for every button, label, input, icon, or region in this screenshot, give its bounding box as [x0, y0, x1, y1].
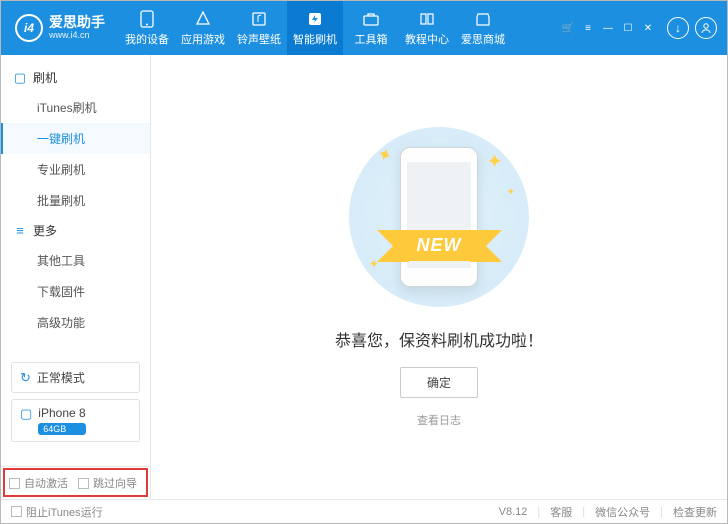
list-icon: ≡ [13, 223, 27, 238]
tab-toolbox[interactable]: 工具箱 [343, 1, 399, 55]
brand-title: 爱思助手 [49, 15, 105, 30]
check-auto-activate[interactable]: 自动激活 [9, 475, 68, 491]
header-right: 🛒 ≡ ― ☐ ✕ ↓ [561, 17, 717, 39]
ok-button[interactable]: 确定 [400, 367, 478, 398]
top-tabs: 我的设备 应用游戏 铃声壁纸 智能刷机 工具箱 教程中心 [119, 1, 511, 55]
phone-icon [138, 10, 156, 28]
window-controls: 🛒 ≡ ― ☐ ✕ [561, 23, 655, 34]
tab-my-device[interactable]: 我的设备 [119, 1, 175, 55]
sidebar-group-more[interactable]: ≡ 更多 [1, 216, 150, 245]
music-icon [250, 10, 268, 28]
view-log-link[interactable]: 查看日志 [417, 412, 461, 428]
sidebar-item-itunes-flash[interactable]: iTunes刷机 [1, 92, 150, 123]
menu-icon[interactable]: ≡ [581, 23, 595, 34]
device-name: iPhone 8 [38, 406, 85, 420]
sparkle-icon: ✦ [374, 143, 395, 168]
phone-outline-icon: ▢ [13, 70, 27, 86]
phone-illustration-icon [400, 147, 478, 287]
sidebar-item-oneclick-flash[interactable]: 一键刷机 [1, 123, 150, 154]
book-icon [418, 10, 436, 28]
checkbox-icon [78, 478, 89, 489]
storage-badge: 64GB [38, 423, 85, 435]
new-ribbon: NEW [349, 230, 529, 261]
close-icon[interactable]: ✕ [641, 23, 655, 34]
checkbox-icon [11, 506, 22, 517]
minimize-icon[interactable]: ― [601, 23, 615, 34]
tab-store[interactable]: 爱思商城 [455, 1, 511, 55]
app-header: i4 爱思助手 www.i4.cn 我的设备 应用游戏 铃声壁纸 智能刷机 [1, 1, 727, 55]
sidebar-item-download-fw[interactable]: 下载固件 [1, 276, 150, 307]
sidebar-item-batch-flash[interactable]: 批量刷机 [1, 185, 150, 216]
sidebar-item-pro-flash[interactable]: 专业刷机 [1, 154, 150, 185]
success-illustration: ✦ ✦ ✦ ✦ NEW [349, 127, 529, 307]
sparkle-icon: ✦ [507, 187, 515, 198]
brand-logo-icon: i4 [15, 14, 43, 42]
check-skip-guide[interactable]: 跳过向导 [78, 475, 137, 491]
checkbox-icon [9, 478, 20, 489]
sidebar-group-flash[interactable]: ▢ 刷机 [1, 63, 150, 92]
sidebar-item-advanced[interactable]: 高级功能 [1, 307, 150, 338]
footer-link-support[interactable]: 客服 [550, 504, 572, 520]
sparkle-icon: ✦ [486, 149, 503, 174]
bottom-checks: 自动激活 跳过向导 [1, 466, 150, 499]
refresh-icon: ↻ [20, 370, 31, 386]
apps-icon [194, 10, 212, 28]
footer: 阻止iTunes运行 V8.12 | 客服 | 微信公众号 | 检查更新 [1, 499, 727, 523]
footer-link-wechat[interactable]: 微信公众号 [595, 504, 650, 520]
tab-ringtones[interactable]: 铃声壁纸 [231, 1, 287, 55]
main-content: ✦ ✦ ✦ ✦ NEW 恭喜您，保资料刷机成功啦！ 确定 查看日志 [151, 55, 727, 499]
tab-flash[interactable]: 智能刷机 [287, 1, 343, 55]
version-label: V8.12 [499, 506, 528, 518]
user-button[interactable] [695, 17, 717, 39]
download-button[interactable]: ↓ [667, 17, 689, 39]
brand[interactable]: i4 爱思助手 www.i4.cn [15, 14, 105, 42]
cart-icon[interactable]: 🛒 [561, 23, 575, 34]
device-icon: ▢ [20, 406, 32, 422]
shop-icon [474, 10, 492, 28]
tab-tutorials[interactable]: 教程中心 [399, 1, 455, 55]
sidebar-item-other-tools[interactable]: 其他工具 [1, 245, 150, 276]
toolbox-icon [362, 10, 380, 28]
brand-subtitle: www.i4.cn [49, 31, 105, 41]
footer-link-update[interactable]: 检查更新 [673, 504, 717, 520]
tab-apps[interactable]: 应用游戏 [175, 1, 231, 55]
success-message: 恭喜您，保资料刷机成功啦！ [335, 327, 543, 351]
sidebar: ▢ 刷机 iTunes刷机 一键刷机 专业刷机 批量刷机 ≡ 更多 其他工具 下… [1, 55, 151, 499]
maximize-icon[interactable]: ☐ [621, 23, 635, 34]
device-box[interactable]: ▢ iPhone 8 64GB [11, 399, 140, 442]
flash-icon [306, 10, 324, 28]
mode-box[interactable]: ↻ 正常模式 [11, 362, 140, 393]
check-block-itunes[interactable]: 阻止iTunes运行 [11, 504, 103, 520]
